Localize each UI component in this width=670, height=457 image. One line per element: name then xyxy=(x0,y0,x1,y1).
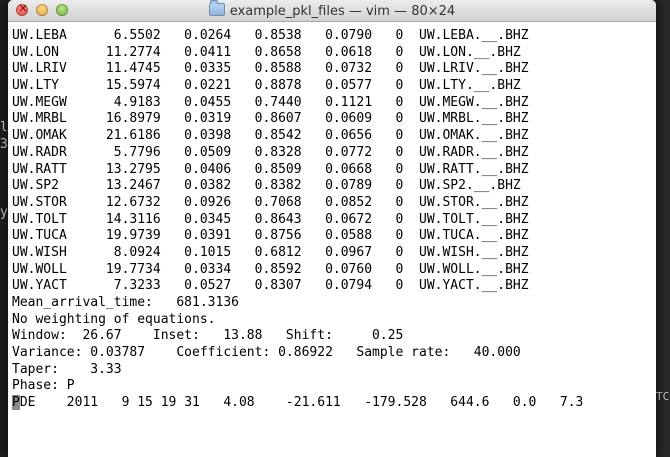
station-row: UW.STOR 12.6732 0.0926 0.7068 0.0852 0 U… xyxy=(12,194,529,210)
station-row: UW.TUCA 19.9739 0.0391 0.8756 0.0588 0 U… xyxy=(12,228,529,244)
station-row: UW.WISH 8.0924 0.1015 0.6812 0.0967 0 UW… xyxy=(12,244,529,260)
station-row: UW.YACT 7.3233 0.0527 0.8307 0.0794 0 UW… xyxy=(12,278,529,294)
station-row: UW.RATT 13.2795 0.0406 0.8509 0.0668 0 U… xyxy=(12,161,529,177)
variance-line: Variance: 0.03787 Coefficient: 0.86922 S… xyxy=(12,345,521,361)
text-cursor[interactable]: P xyxy=(12,395,20,411)
station-row: UW.LEBA 6.5502 0.0264 0.8538 0.0790 0 UW… xyxy=(12,28,529,43)
station-row: UW.LRIV 11.4745 0.0335 0.8588 0.0732 0 U… xyxy=(12,61,529,77)
station-row: UW.SP2 13.2467 0.0382 0.8382 0.0789 0 UW… xyxy=(12,178,521,194)
window-params-line: Window: 26.67 Inset: 13.88 Shift: 0.25 xyxy=(12,328,404,344)
pde-values: DE 2011 9 15 19 31 4.08 -21.611 -179.528… xyxy=(19,395,584,411)
vim-buffer[interactable]: UW.LEBA 6.5502 0.0264 0.8538 0.0790 0 UW… xyxy=(8,22,656,412)
station-row: UW.LTY 15.5974 0.0221 0.8878 0.0577 0 UW… xyxy=(12,78,521,94)
phase-line: Phase: P xyxy=(12,378,75,394)
background-text-fragment: TC xyxy=(656,390,670,403)
station-row: UW.WOLL 19.7734 0.0334 0.8592 0.0760 0 U… xyxy=(12,261,529,277)
window-titlebar[interactable]: example_pkl_files — vim — 80×24 xyxy=(8,0,656,22)
pde-line: PDE 2011 9 15 19 31 4.08 -21.611 -179.52… xyxy=(12,395,656,412)
mean-arrival-line: Mean_arrival_time: 681.3136 xyxy=(12,295,239,310)
window-title-text: example_pkl_files — vim — 80×24 xyxy=(229,4,456,19)
weighting-line: No weighting of equations. xyxy=(12,311,216,327)
terminal-window: example_pkl_files — vim — 80×24 UW.LEBA … xyxy=(8,0,656,457)
station-row: UW.OMAK 21.6186 0.0398 0.8542 0.0656 0 U… xyxy=(12,128,529,144)
folder-icon xyxy=(208,0,225,16)
taper-line: Taper: 3.33 xyxy=(12,361,122,377)
station-row: UW.LON 11.2774 0.0411 0.8658 0.0618 0 UW… xyxy=(12,44,521,60)
station-row: UW.TOLT 14.3116 0.0345 0.8643 0.0672 0 U… xyxy=(12,211,529,227)
window-title: example_pkl_files — vim — 80×24 xyxy=(8,0,656,19)
station-row: UW.MRBL 16.8979 0.0319 0.8607 0.0609 0 U… xyxy=(12,111,529,127)
station-row: UW.RADR 5.7796 0.0509 0.8328 0.0772 0 UW… xyxy=(12,144,529,160)
station-row: UW.MEGW 4.9183 0.0455 0.7440 0.1121 0 UW… xyxy=(12,94,529,110)
